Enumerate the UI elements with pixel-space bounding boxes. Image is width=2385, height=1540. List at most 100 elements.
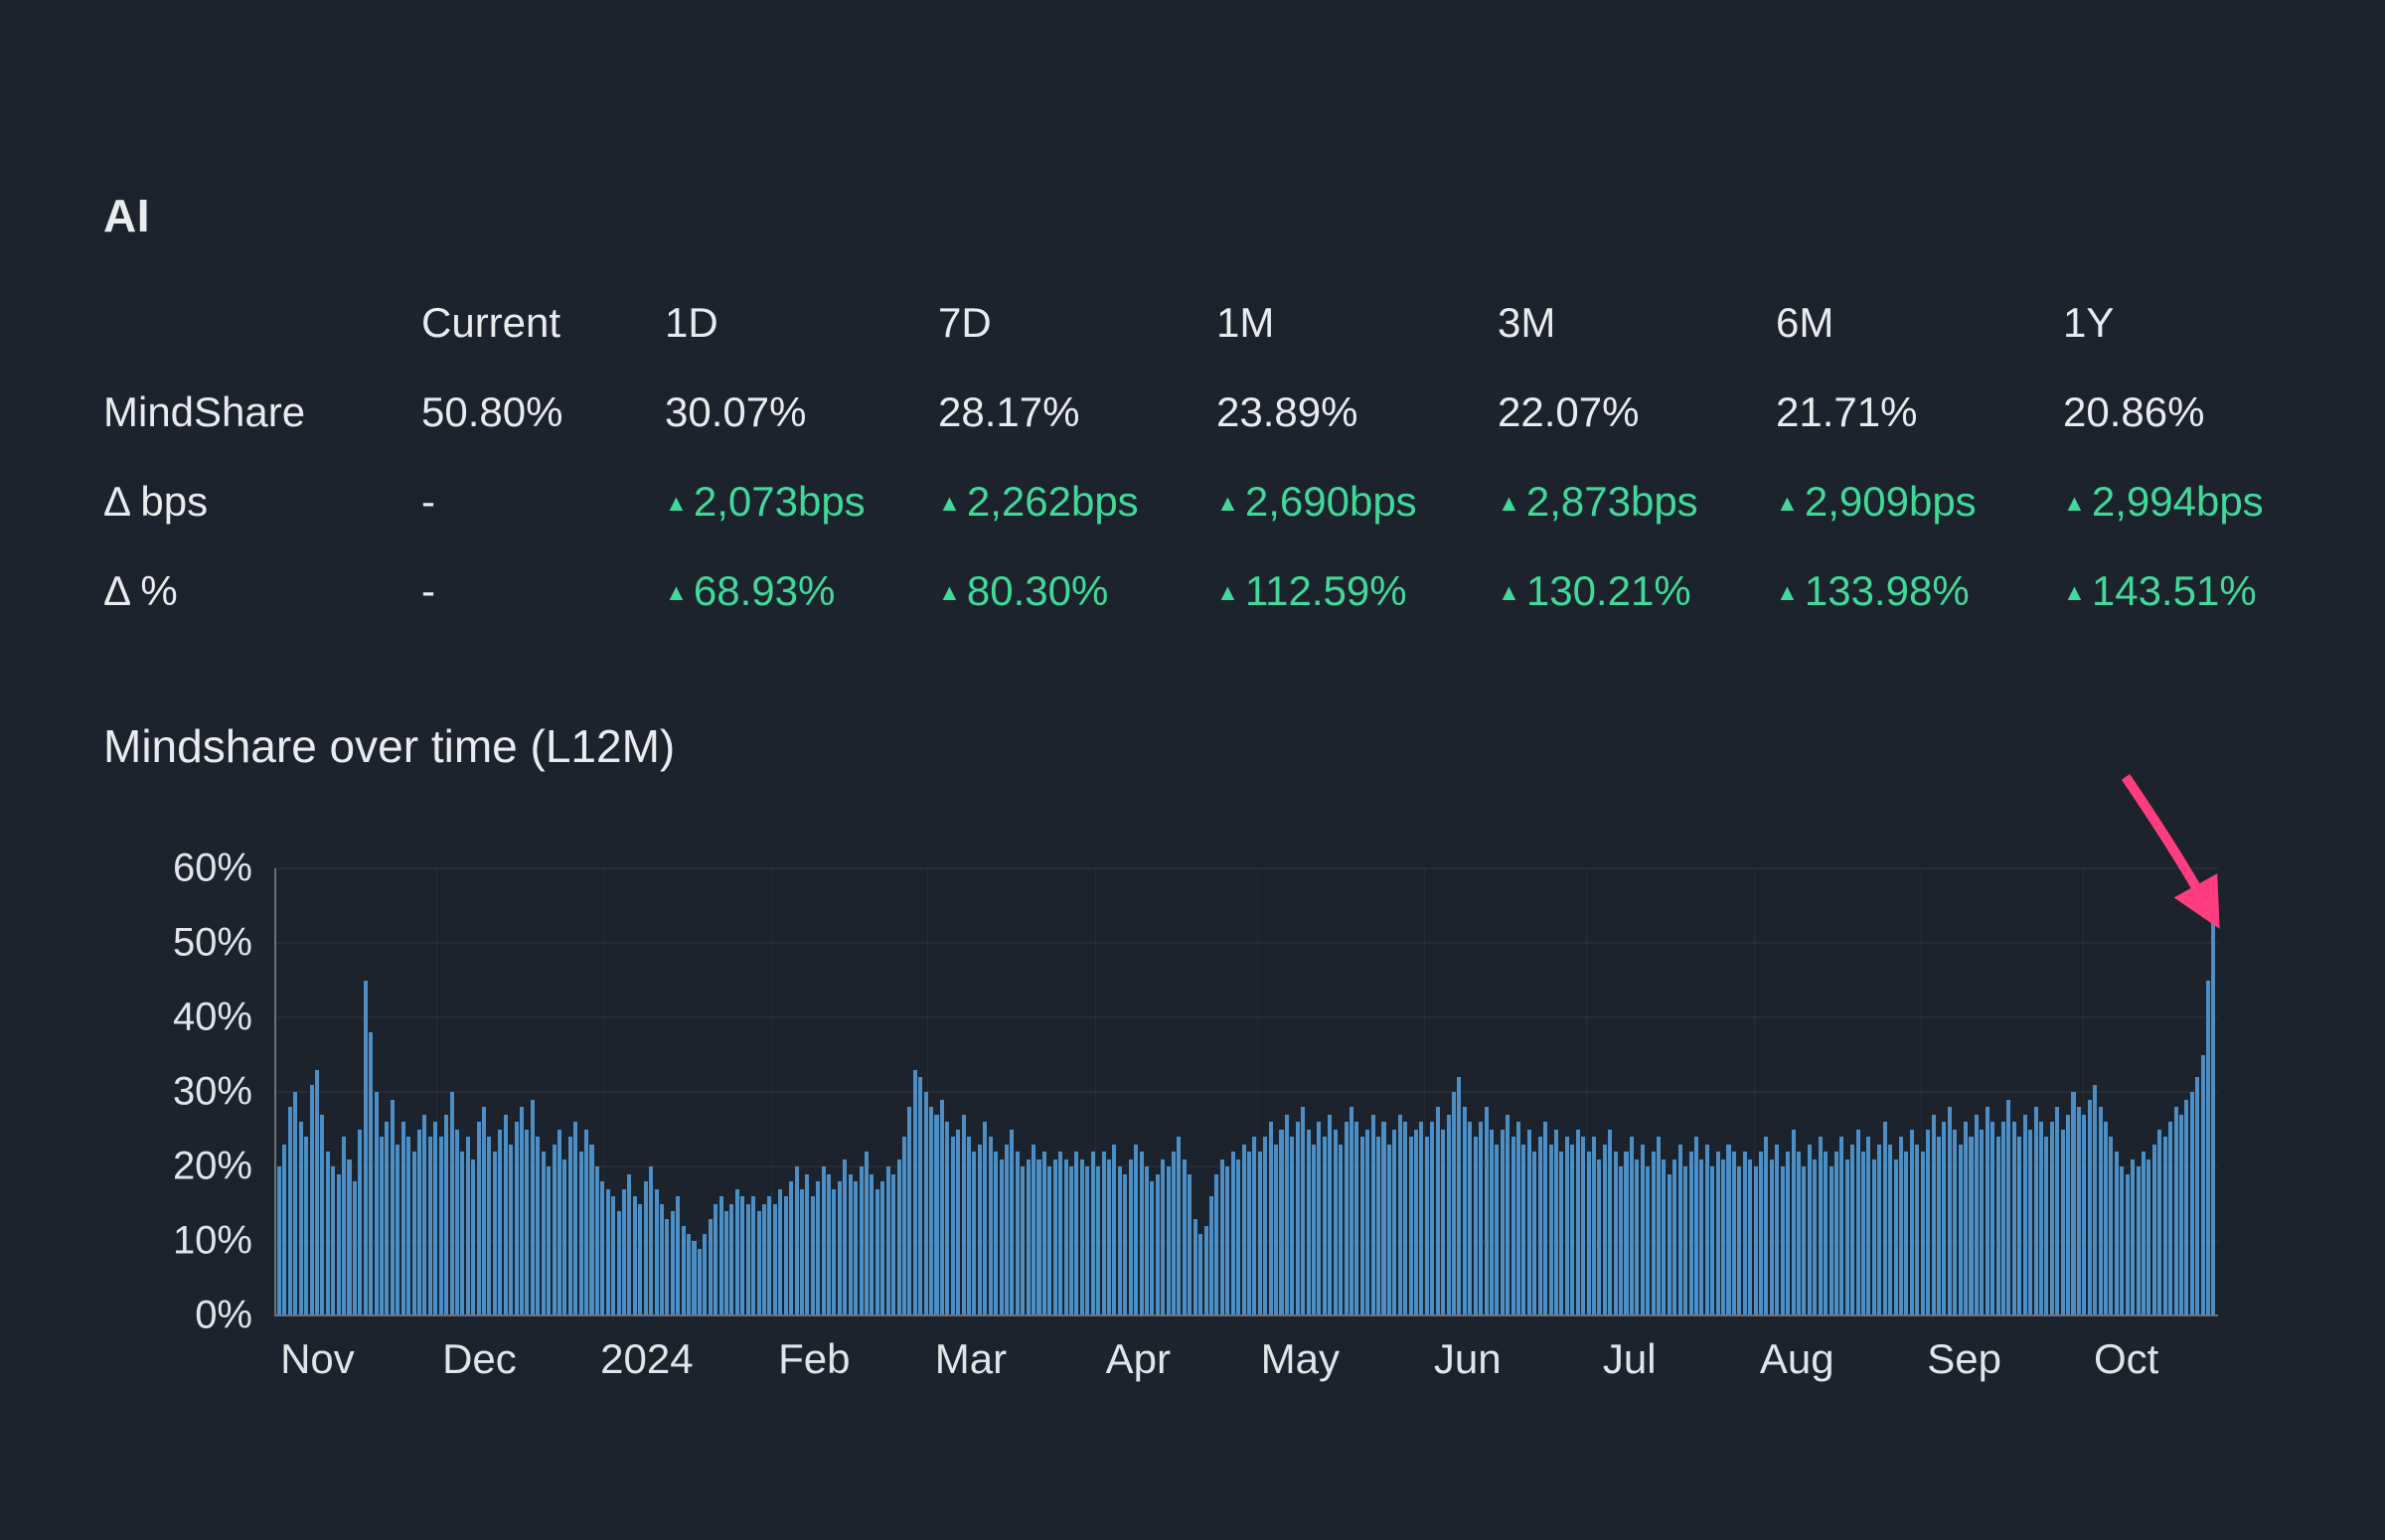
bar[interactable] [352,1181,357,1315]
bar[interactable] [843,1158,848,1315]
bar[interactable] [1759,1152,1764,1315]
bar[interactable] [724,1211,729,1315]
bar[interactable] [562,1158,567,1315]
bar[interactable] [1172,1152,1177,1315]
bar[interactable] [1764,1137,1769,1315]
bar[interactable] [2162,1137,2167,1315]
bar[interactable] [1386,1144,1391,1315]
bar[interactable] [1710,1166,1715,1315]
bar[interactable] [692,1241,697,1315]
bar[interactable] [967,1137,972,1315]
bar[interactable] [1731,1152,1736,1315]
bar[interactable] [794,1166,799,1315]
bar[interactable] [1177,1137,1182,1315]
bar[interactable] [1312,1144,1317,1315]
bar[interactable] [1010,1129,1015,1315]
bar[interactable] [2146,1158,2151,1315]
bar[interactable] [2044,1137,2049,1315]
bar[interactable] [2178,1114,2183,1315]
bar[interactable] [907,1107,912,1315]
bar[interactable] [896,1158,901,1315]
bar[interactable] [1715,1152,1720,1315]
bar[interactable] [1737,1166,1742,1315]
bar[interactable] [1699,1158,1704,1315]
bar[interactable] [767,1196,772,1315]
bar[interactable] [1581,1137,1586,1315]
bar[interactable] [1322,1137,1327,1315]
bar[interactable] [670,1211,675,1315]
bar[interactable] [756,1211,761,1315]
bar[interactable] [1985,1107,1989,1315]
bar[interactable] [1898,1137,1904,1315]
bar[interactable] [994,1152,999,1315]
bar[interactable] [503,1114,508,1315]
bar[interactable] [1861,1152,1866,1315]
bar[interactable] [1484,1107,1489,1315]
bar[interactable] [347,1158,352,1315]
bar[interactable] [1564,1137,1569,1315]
bar[interactable] [772,1203,777,1315]
bar[interactable] [1786,1152,1791,1315]
bar[interactable] [1839,1137,1844,1315]
bar[interactable] [369,1032,374,1315]
bar[interactable] [1457,1077,1462,1315]
bar[interactable] [821,1166,826,1315]
bar[interactable] [1796,1152,1801,1315]
bar[interactable] [1936,1137,1941,1315]
bar[interactable] [1537,1137,1542,1315]
bar[interactable] [1128,1158,1133,1315]
bar[interactable] [848,1173,853,1315]
bar[interactable] [1575,1129,1580,1315]
bar[interactable] [1726,1144,1731,1315]
bar[interactable] [939,1099,944,1315]
bar[interactable] [1166,1166,1171,1315]
bar[interactable] [956,1129,961,1315]
bar[interactable] [1021,1166,1026,1315]
bar[interactable] [1995,1137,2000,1315]
bar[interactable] [912,1069,917,1315]
bar[interactable] [643,1181,648,1315]
bar[interactable] [745,1203,750,1315]
bar[interactable] [1613,1152,1618,1315]
bar[interactable] [2173,1107,2178,1315]
bar[interactable] [1683,1166,1688,1315]
bar[interactable] [492,1152,497,1315]
bar[interactable] [659,1203,664,1315]
bar[interactable] [482,1107,487,1315]
bar[interactable] [714,1203,718,1315]
bar[interactable] [2011,1122,2016,1315]
bar[interactable] [1225,1166,1230,1315]
bar[interactable] [983,1122,988,1315]
bar[interactable] [1284,1114,1289,1315]
bar[interactable] [547,1166,552,1315]
bar[interactable] [827,1173,832,1315]
bar[interactable] [1521,1144,1526,1315]
bar[interactable] [287,1107,292,1315]
bar[interactable] [1041,1152,1046,1315]
bar[interactable] [1241,1144,1246,1315]
bar[interactable] [622,1188,627,1315]
bar[interactable] [1328,1114,1333,1315]
bar[interactable] [1274,1144,1279,1315]
bar[interactable] [729,1203,734,1315]
bar[interactable] [1608,1129,1613,1315]
bar[interactable] [584,1129,589,1315]
bar[interactable] [988,1137,993,1315]
bar[interactable] [1203,1226,1208,1315]
bar[interactable] [1964,1122,1969,1315]
bar[interactable] [2049,1122,2054,1315]
bar[interactable] [687,1233,692,1315]
bar[interactable] [1974,1114,1979,1315]
bar[interactable] [810,1196,815,1315]
bar[interactable] [1516,1122,1521,1315]
bar[interactable] [961,1114,966,1315]
bar[interactable] [1500,1129,1505,1315]
bar[interactable] [476,1122,481,1315]
bar[interactable] [1591,1137,1596,1315]
bar[interactable] [1807,1144,1812,1315]
bar[interactable] [605,1188,610,1315]
bar[interactable] [1263,1137,1268,1315]
bar[interactable] [1301,1107,1306,1315]
bar[interactable] [1451,1092,1456,1315]
bar[interactable] [471,1158,476,1315]
